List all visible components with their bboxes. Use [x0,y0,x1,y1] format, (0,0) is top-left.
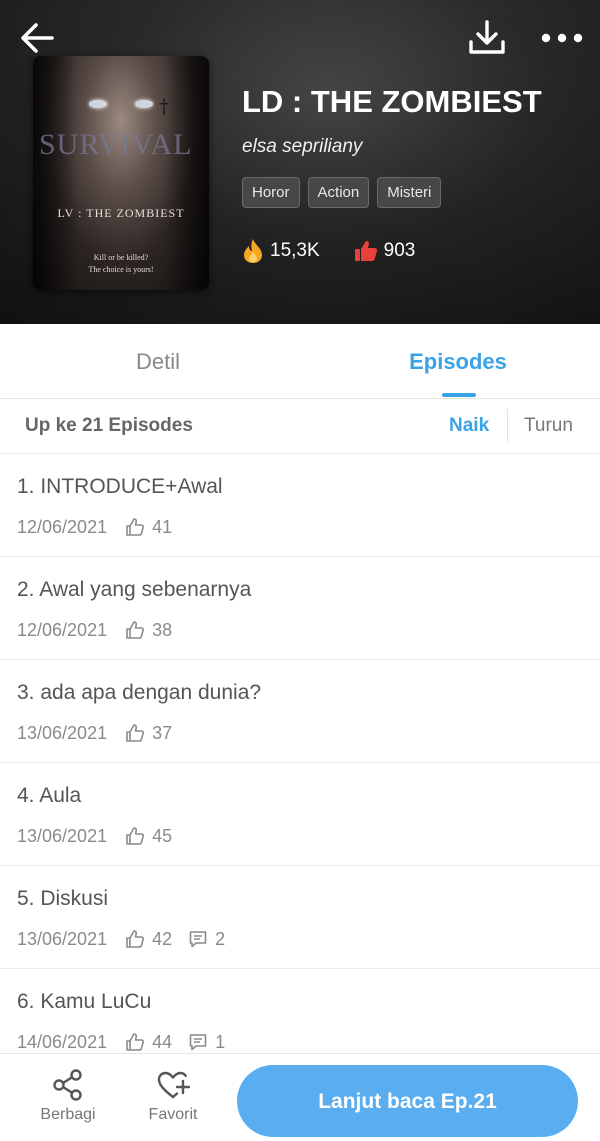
author-name[interactable]: elsa sepriliany [242,136,362,158]
episode-count: Up ke 21 Episodes [25,415,193,436]
episode-date: 13/06/2021 [17,722,108,743]
episode-title: 5. Diskusi [17,887,109,910]
episode-date: 12/06/2021 [17,516,108,537]
episode-item[interactable]: 2. Awal yang sebenarnya 12/06/2021 38 [0,556,600,660]
views-count: 15,3K [270,240,320,261]
tab-bar: Detil Episodes [0,324,600,399]
episode-likes: 44 [125,1032,172,1053]
thumbs-up-icon [354,241,377,261]
episode-title: 6. Kamu LuCu [17,990,152,1013]
episode-likes-count: 45 [152,825,173,846]
episode-item[interactable]: 4. Aula 13/06/2021 45 [0,762,600,866]
fire-icon [244,239,262,263]
like-outline-icon [126,930,145,948]
episode-meta: 13/06/2021 45 [17,824,188,848]
episode-comments: 1 [188,1032,225,1053]
likes-stat: 903 [354,239,416,263]
episode-date: 14/06/2021 [17,1031,108,1052]
episode-date: 13/06/2021 [17,928,108,949]
episode-title: 1. INTRODUCE+Awal [17,475,223,498]
tab-detail[interactable]: Detil [8,324,308,398]
episode-likes: 41 [125,517,172,538]
download-button[interactable] [466,18,508,58]
like-outline-icon [126,1033,145,1051]
favorite-button[interactable]: Favorit [138,1068,208,1134]
episode-likes-count: 41 [152,516,173,537]
episode-item[interactable]: 1. INTRODUCE+Awal 12/06/2021 41 [0,453,600,557]
genre-tags: Horor Action Misteri [242,177,442,208]
episode-item[interactable]: 3. ada apa dengan dunia? 13/06/2021 37 [0,659,600,763]
episode-meta: 13/06/2021 37 [17,721,188,745]
share-label: Berbagi [40,1106,96,1123]
more-options-button[interactable] [538,20,586,56]
tag-misteri[interactable]: Misteri [377,177,442,208]
episode-likes-count: 38 [152,619,173,640]
episode-list: 1. INTRODUCE+Awal 12/06/2021 41 2. Awal … [0,453,600,1053]
book-stats: 15,3K 903 [242,238,415,264]
like-outline-icon [126,518,145,536]
views-stat: 15,3K [242,238,320,264]
episode-title: 4. Aula [17,784,82,807]
episode-comments-count: 1 [215,1031,226,1052]
tag-horor[interactable]: Horor [242,177,300,208]
comment-icon [189,931,207,948]
episode-likes-count: 44 [152,1031,173,1052]
more-icon [541,33,583,43]
episode-likes: 37 [125,723,172,744]
download-icon [469,20,505,54]
episode-likes: 45 [125,826,172,847]
favorite-label: Favorit [148,1106,198,1123]
likes-count: 903 [383,240,416,261]
continue-reading-button[interactable]: Lanjut baca Ep.21 [237,1065,578,1137]
episode-date: 13/06/2021 [17,825,108,846]
episode-likes-count: 42 [152,928,173,949]
sort-ascending-button[interactable]: Naik [449,399,489,453]
share-button[interactable]: Berbagi [30,1068,106,1134]
sort-divider [507,409,508,443]
like-outline-icon [126,724,145,742]
bottom-action-bar: Berbagi Favorit Lanjut baca Ep.21 [0,1053,600,1141]
episode-likes-count: 37 [152,722,173,743]
episode-item[interactable]: 5. Diskusi 13/06/2021 42 2 [0,865,600,969]
episode-title: 3. ada apa dengan dunia? [17,681,262,704]
share-icon [53,1069,82,1101]
episode-comments: 2 [188,929,225,950]
episode-likes: 38 [125,620,172,641]
sort-descending-button[interactable]: Turun [524,399,573,453]
episode-title: 2. Awal yang sebenarnya [17,578,252,601]
book-header: † SURVIVAL LV : THE ZOMBIEST Kill or be … [0,0,600,324]
episode-meta: 13/06/2021 42 2 [17,927,241,951]
episode-item[interactable]: 6. Kamu LuCu 14/06/2021 44 1 [0,968,600,1053]
active-tab-indicator [442,393,476,397]
episode-likes: 42 [125,929,172,950]
cover-eyes [89,100,153,110]
episode-meta: 12/06/2021 38 [17,618,188,642]
episode-meta: 12/06/2021 41 [17,515,188,539]
tab-episodes[interactable]: Episodes [308,324,600,398]
like-outline-icon [126,827,145,845]
back-button[interactable] [18,18,58,58]
cover-cross: † [159,94,169,118]
tag-action[interactable]: Action [307,177,370,208]
comment-icon [189,1034,207,1051]
episode-date: 12/06/2021 [17,619,108,640]
cover-subtitle: LV : THE ZOMBIEST [57,206,185,220]
book-title: LD : THE ZOMBIEST [242,84,542,119]
back-arrow-icon [21,23,54,53]
cover-title: SURVIVAL [39,128,193,161]
episode-comments-count: 2 [215,928,226,949]
cover-tagline: Kill or be killed? The choice is yours! [88,253,154,274]
episode-meta: 14/06/2021 44 1 [17,1030,241,1053]
like-outline-icon [126,621,145,639]
heart-plus-icon [157,1071,190,1099]
episode-list-header: Up ke 21 Episodes Naik Turun [0,399,600,454]
book-cover: † SURVIVAL LV : THE ZOMBIEST Kill or be … [33,56,209,290]
